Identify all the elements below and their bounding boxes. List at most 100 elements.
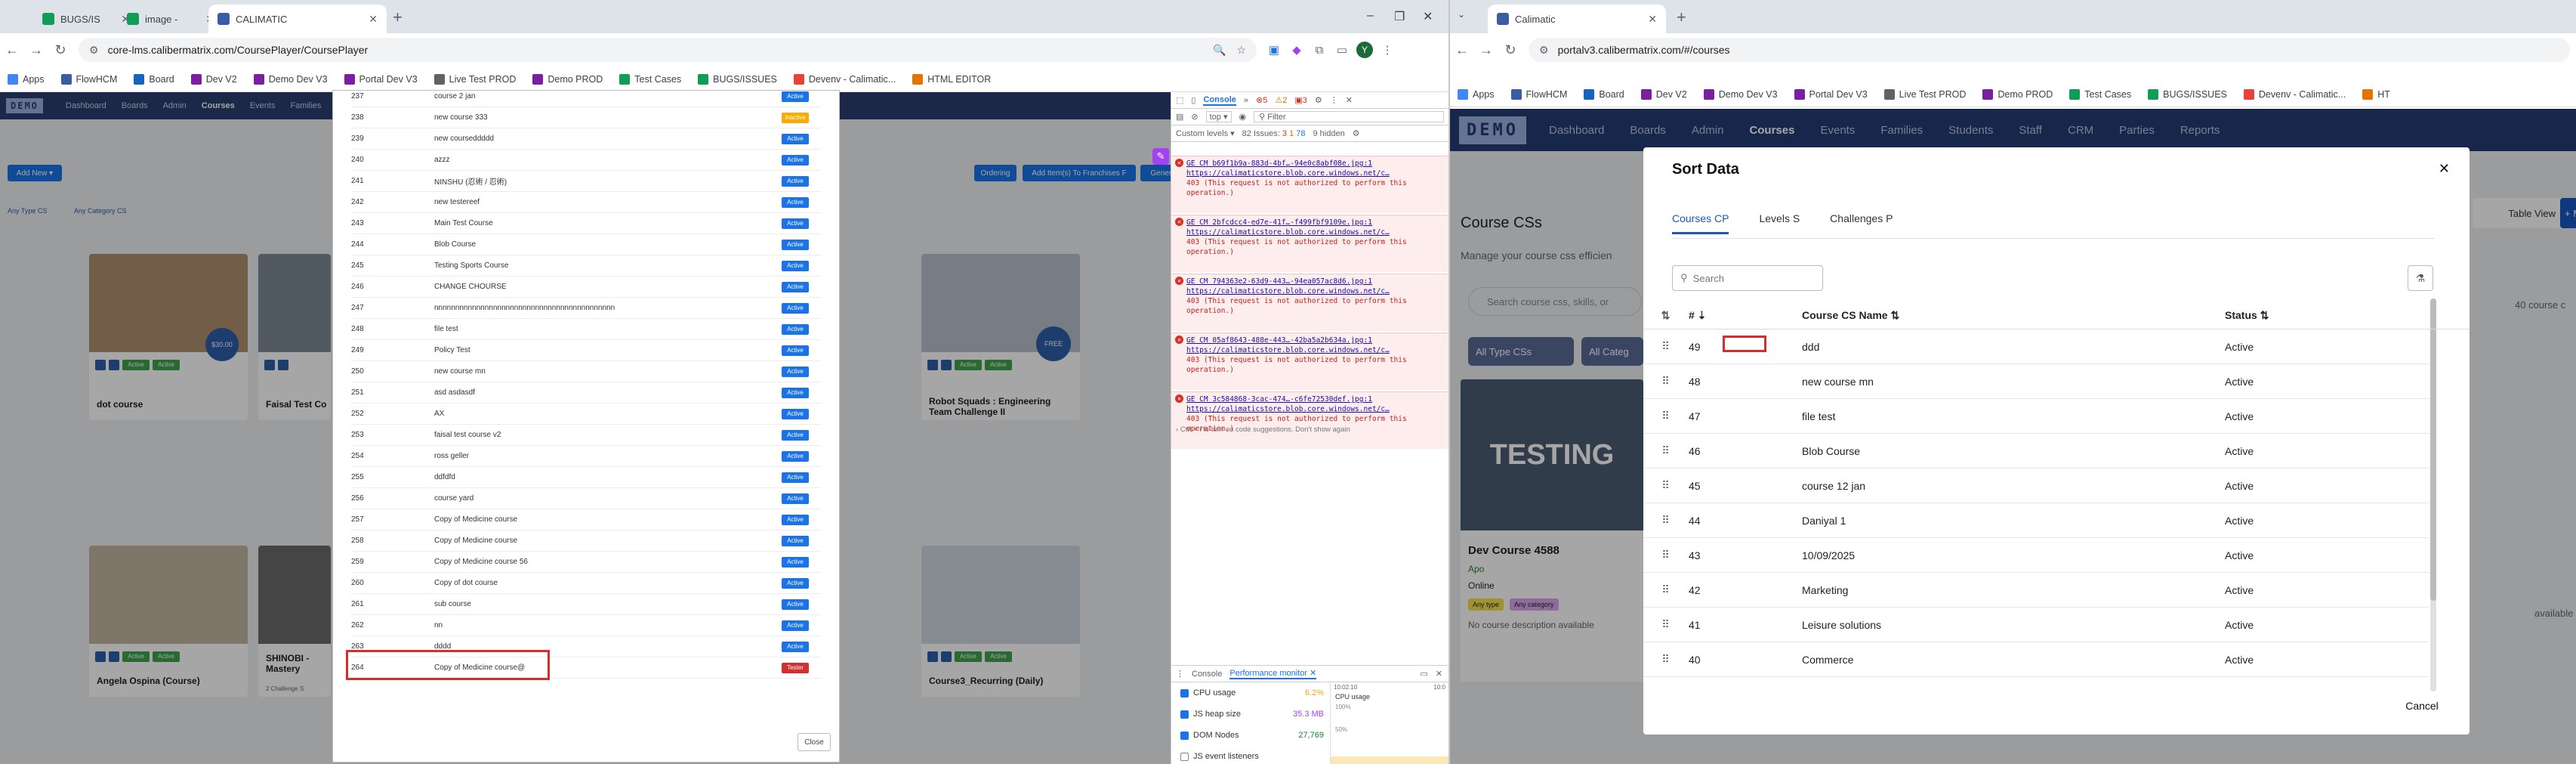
- tab-performance-monitor[interactable]: Performance monitor ✕: [1229, 668, 1317, 679]
- bookmark-item[interactable]: Test Cases: [619, 73, 681, 85]
- drag-handle-icon[interactable]: ⠿: [1643, 618, 1689, 631]
- tab-calimatic[interactable]: CALIMATIC ✕: [208, 5, 387, 33]
- sort-row[interactable]: ⠿ 40 Commerce Active: [1643, 642, 2429, 677]
- filter-icon[interactable]: ⚗: [2408, 265, 2433, 291]
- clear-icon[interactable]: ⊘: [1191, 112, 1198, 122]
- drag-handle-icon[interactable]: ⠿: [1643, 653, 1689, 666]
- table-row[interactable]: 260 Copy of dot course Active: [351, 573, 821, 594]
- table-row[interactable]: 256 course yard Active: [351, 488, 821, 509]
- drag-handle-icon[interactable]: ⠿: [1643, 549, 1689, 561]
- minimize-icon[interactable]: –: [1367, 9, 1374, 23]
- bookmark-item[interactable]: Test Cases: [2069, 88, 2131, 100]
- sidebar-toggle-icon[interactable]: ▤: [1176, 112, 1183, 122]
- error-url-link[interactable]: https://calimaticstore.blob.core.windows…: [1186, 228, 1390, 237]
- table-row[interactable]: 251 asd asdasdf Active: [351, 382, 821, 404]
- sort-row[interactable]: ⠿ 45 course 12 jan Active: [1643, 469, 2429, 503]
- error-url-link[interactable]: https://calimaticstore.blob.core.windows…: [1186, 287, 1390, 295]
- bookmark-item[interactable]: Board: [1584, 88, 1624, 100]
- forward-icon[interactable]: →: [1474, 42, 1498, 58]
- checkbox[interactable]: [1180, 752, 1189, 761]
- error-url-link[interactable]: https://calimaticstore.blob.core.windows…: [1186, 405, 1390, 413]
- drag-handle-icon[interactable]: ⠿: [1643, 514, 1689, 527]
- new-tab-icon[interactable]: +: [393, 8, 403, 27]
- drag-handle-icon[interactable]: ⠿: [1643, 375, 1689, 388]
- settings-icon[interactable]: ⚙: [1353, 128, 1360, 138]
- sort-row[interactable]: ⠿ 42 Marketing Active: [1643, 573, 2429, 608]
- perf-metric[interactable]: DOM Nodes 27,769: [1171, 725, 1330, 746]
- drag-handle-icon[interactable]: ⠿: [1643, 410, 1689, 422]
- bookmark-item[interactable]: Dev V2: [190, 73, 237, 85]
- info-count[interactable]: ▣3: [1294, 95, 1307, 105]
- filter-input[interactable]: ⚲ Filter: [1254, 111, 1444, 122]
- reload-icon[interactable]: ↻: [1498, 42, 1522, 58]
- new-tab-icon[interactable]: +: [1677, 8, 1686, 27]
- bookmark-item[interactable]: Demo Dev V3: [253, 73, 328, 85]
- bookmark-item[interactable]: BUGS/ISSUES: [698, 73, 777, 85]
- bookmark-item[interactable]: Board: [134, 73, 174, 85]
- table-row[interactable]: 240 azzz Active: [351, 150, 821, 171]
- drag-handle-icon[interactable]: ⠿: [1643, 583, 1689, 596]
- extensions-icon[interactable]: ⧉: [1308, 44, 1331, 57]
- avatar[interactable]: Y: [1353, 42, 1376, 58]
- sort-icon[interactable]: ⇅: [1643, 309, 1689, 322]
- bookmark-item[interactable]: Dev V2: [1640, 88, 1687, 100]
- sort-row[interactable]: ⠿ 48 new course mn Active: [1643, 364, 2429, 399]
- bookmark-item[interactable]: Demo PROD: [1982, 88, 2053, 100]
- checkbox[interactable]: [1180, 688, 1189, 697]
- col-number[interactable]: # ⇣: [1689, 309, 1802, 322]
- table-row[interactable]: 245 Testing Sports Course Active: [351, 255, 821, 277]
- perf-metric[interactable]: JS event listeners: [1171, 746, 1330, 764]
- menu-icon[interactable]: ⋮: [1376, 43, 1399, 57]
- tab-calimatic[interactable]: Calimatic ✕: [1488, 5, 1666, 33]
- scrollbar[interactable]: [2430, 298, 2436, 691]
- address-bar[interactable]: ⚙ core-lms.calibermatrix.com/CoursePlayer…: [79, 38, 1257, 62]
- close-icon[interactable]: ✕: [1648, 13, 1657, 26]
- error-url-link[interactable]: https://calimaticstore.blob.core.windows…: [1186, 169, 1390, 178]
- sort-row[interactable]: ⠿ 43 10/09/2025 Active: [1643, 538, 2429, 573]
- sort-tab[interactable]: Challenges P: [1830, 212, 1893, 234]
- checkbox[interactable]: [1180, 710, 1189, 719]
- table-row[interactable]: 241 NINSHU (忍術 / 忍術) Active: [351, 171, 821, 192]
- levels-select[interactable]: Custom levels ▾: [1176, 128, 1235, 138]
- issues-link[interactable]: 82 Issues: 3 1 78: [1242, 129, 1306, 138]
- table-row[interactable]: 237 course 2 jan Active: [351, 91, 821, 107]
- table-row[interactable]: 262 nn Active: [351, 615, 821, 636]
- extension-icon[interactable]: ▣: [1263, 43, 1285, 57]
- sort-row[interactable]: ⠿ 44 Daniyal 1 Active: [1643, 503, 2429, 538]
- bookmark-item[interactable]: FlowHCM: [60, 73, 117, 85]
- warning-count[interactable]: ⚠2: [1275, 95, 1287, 105]
- sort-row[interactable]: ⠿ 41 Leisure solutions Active: [1643, 608, 2429, 642]
- tab-search-icon[interactable]: ⌄: [1458, 9, 1465, 20]
- col-status[interactable]: Status ⇅: [2225, 309, 2376, 322]
- tab-console[interactable]: Console: [1203, 95, 1236, 106]
- reload-icon[interactable]: ↻: [48, 42, 72, 58]
- error-source-link[interactable]: GE CM 794363e2-63d9-443…-94ea057ac8d6.jp…: [1186, 277, 1372, 286]
- site-info-icon[interactable]: ⚙: [1539, 44, 1549, 57]
- console-error[interactable]: ✕ GE CM 3c584868-3cac-474…-c6fe72530def.j…: [1171, 391, 1448, 449]
- table-row[interactable]: 255 ddfdfd Active: [351, 467, 821, 488]
- table-row[interactable]: 248 file test Active: [351, 319, 821, 340]
- tab-drawer-console[interactable]: Console: [1192, 670, 1222, 679]
- cancel-button[interactable]: Cancel: [2394, 691, 2450, 720]
- bookmark-star-icon[interactable]: ☆: [1236, 44, 1246, 57]
- bookmark-item[interactable]: Portal Dev V3: [344, 73, 418, 85]
- perf-metric[interactable]: CPU usage 6.2%: [1171, 682, 1330, 704]
- table-row[interactable]: 249 Policy Test Active: [351, 340, 821, 361]
- bookmark-item[interactable]: Apps: [1458, 88, 1495, 100]
- table-row[interactable]: 247 nnnnnnnnnnnnnnnnnnnnnnnnnnnnnnnnnnnnn…: [351, 298, 821, 319]
- table-row[interactable]: 259 Copy of Medicine course 56 Active: [351, 552, 821, 573]
- console-error[interactable]: ✕ GE CM 05af8643-488e-443…-42ba5a2b634a.j…: [1171, 333, 1448, 390]
- dock-icon[interactable]: ▭: [1420, 669, 1427, 679]
- drag-handle-icon[interactable]: ⠿: [1643, 444, 1689, 457]
- table-row[interactable]: 257 Copy of Medicine course Active: [351, 509, 821, 530]
- error-source-link[interactable]: GE CM 05af8643-488e-443…-42ba5a2b634a.jp…: [1186, 336, 1372, 345]
- table-row[interactable]: 239 new courseddddd Active: [351, 128, 821, 150]
- bookmark-item[interactable]: Devenv - Calimatic...: [2243, 88, 2346, 100]
- menu-icon[interactable]: ⋮: [1176, 669, 1184, 679]
- close-icon[interactable]: ✕: [2439, 161, 2450, 177]
- bookmark-item[interactable]: FlowHCM: [1510, 88, 1567, 100]
- error-source-link[interactable]: GE CM 3c584868-3cac-474…-c6fe72530def.jp…: [1186, 395, 1372, 404]
- more-tabs-icon[interactable]: »: [1244, 96, 1248, 105]
- table-row[interactable]: 258 Copy of Medicine course Active: [351, 530, 821, 552]
- console-error[interactable]: ✕ GE CM b69f1b9a-883d-4bf…-94e0c8abf08e.j…: [1171, 156, 1448, 213]
